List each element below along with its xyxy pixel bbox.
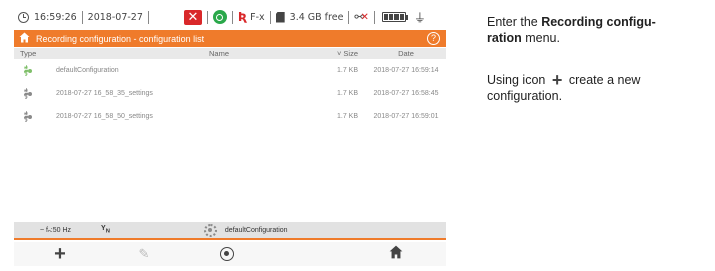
config-gear-icon <box>24 88 28 99</box>
row-name: 2018-07-27 16_58_50_settings <box>56 113 153 120</box>
clamp-label: F-x <box>250 11 265 23</box>
active-config-label: defaultConfiguration <box>224 226 288 234</box>
default-config-gear-icon <box>24 65 28 76</box>
row-date: 2018-07-27 16:58:45 <box>373 90 439 97</box>
divider <box>348 10 350 24</box>
instr-bold: ration <box>487 31 522 45</box>
frequency-indicator: ~ fₙ:50 Hz <box>40 227 72 234</box>
plug-icon: ⏚ <box>413 10 426 25</box>
network-type-indicator: YN <box>101 225 110 235</box>
row-type <box>14 65 56 76</box>
header-date[interactable]: Date <box>366 49 446 58</box>
divider <box>231 10 233 24</box>
row-date: 2018-07-27 16:59:14 <box>373 67 439 74</box>
header-size[interactable]: ˅ Size <box>322 49 366 58</box>
configuration-list: Type Name ˅ Size Date defaultConfigurati… <box>14 48 446 128</box>
memory-free: 3.4 GB free <box>289 11 344 23</box>
config-gear-icon <box>203 223 217 237</box>
row-type <box>14 111 56 122</box>
row-size: 1.7 KB <box>336 113 358 120</box>
instruction-step-2: Using icon + create a new configuration. <box>487 70 697 104</box>
row-type <box>14 88 56 99</box>
sd-card-icon <box>275 11 285 23</box>
row-name: defaultConfiguration <box>56 67 119 74</box>
record-button[interactable] <box>220 247 234 261</box>
table-row[interactable]: 2018-07-27 16_58_50_settings 1.7 KB 2018… <box>14 105 446 128</box>
row-size: 1.7 KB <box>336 67 358 74</box>
clock-icon <box>18 11 29 23</box>
active-configuration: defaultConfiguration <box>200 223 288 237</box>
home-button[interactable] <box>386 245 406 263</box>
info-bar: ~ fₙ:50 Hz YN defaultConfiguration <box>14 222 446 240</box>
header-name[interactable]: Name <box>56 49 322 58</box>
divider <box>373 10 375 24</box>
home-icon[interactable] <box>19 32 30 45</box>
config-gear-icon <box>24 111 28 122</box>
instruction-step-1: Enter the Recording configu-ration menu. <box>487 14 702 46</box>
bottom-toolbar: + ✎ <box>14 242 446 266</box>
battery-icon <box>381 12 406 22</box>
title-bar: Recording configuration - configuration … <box>14 30 446 47</box>
edit-config-button[interactable]: ✎ <box>134 245 154 263</box>
row-name: 2018-07-27 16_58_35_settings <box>56 90 153 97</box>
divider <box>81 10 83 24</box>
table-row[interactable]: defaultConfiguration 1.7 KB 2018-07-27 1… <box>14 59 446 82</box>
table-header: Type Name ˅ Size Date <box>14 48 446 59</box>
table-row[interactable]: 2018-07-27 16_58_35_settings 1.7 KB 2018… <box>14 82 446 105</box>
instr-text: Using icon <box>487 73 546 87</box>
instr-bold: Recording configu- <box>541 15 656 29</box>
recording-status-icon <box>212 10 227 24</box>
status-date: 2018-07-27 <box>87 11 143 23</box>
status-time: 16:59:26 <box>34 11 77 23</box>
instr-text: Enter the <box>487 15 542 29</box>
divider <box>206 10 208 24</box>
instr-text: menu. <box>521 31 560 45</box>
status-bar: 16:59:26 2018-07-27 ✕ Ʀ F-x 3.4 GB free … <box>14 6 446 28</box>
divider <box>269 10 271 24</box>
add-config-button[interactable]: + <box>50 244 70 264</box>
device-screen: 16:59:26 2018-07-27 ✕ Ʀ F-x 3.4 GB free … <box>14 6 446 268</box>
page-title: Recording configuration - configuration … <box>36 33 205 44</box>
battery-tip <box>405 14 408 20</box>
plus-icon: + <box>551 70 563 90</box>
clamp-icon: Ʀ <box>237 10 248 24</box>
help-icon[interactable]: ? <box>427 32 440 45</box>
row-size: 1.7 KB <box>336 90 358 97</box>
header-type[interactable]: Type <box>14 49 56 58</box>
divider <box>147 10 149 24</box>
error-x-icon[interactable]: ✕ <box>183 9 202 25</box>
row-date: 2018-07-27 16:59:01 <box>373 113 439 120</box>
network-off-icon: ✕ <box>360 11 369 23</box>
